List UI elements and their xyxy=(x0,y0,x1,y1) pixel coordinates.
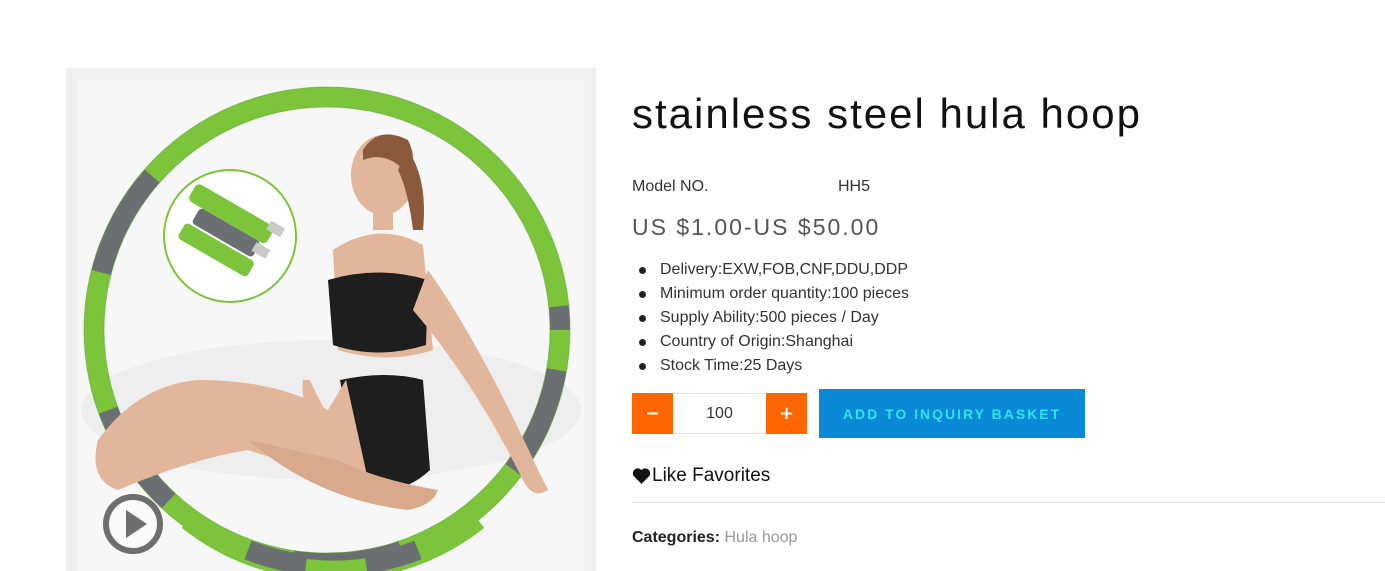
product-gallery xyxy=(66,68,596,571)
feature-item-supply-ability: Supply Ability:500 pieces / Day xyxy=(632,306,909,330)
quantity-input[interactable] xyxy=(673,393,766,434)
model-number-label: Model NO. xyxy=(632,178,709,195)
play-circle-icon xyxy=(103,494,163,554)
product-title: stainless steel hula hoop xyxy=(632,90,1142,137)
like-favorites-label: Like Favorites xyxy=(652,465,771,486)
category-link-hula-hoop[interactable]: Hula hoop xyxy=(724,529,797,546)
feature-item-origin: Country of Origin:Shanghai xyxy=(632,330,909,354)
product-page: stainless steel hula hoop Model NO. HH5 U… xyxy=(0,0,1385,571)
feature-item-min-order: Minimum order quantity:100 pieces xyxy=(632,282,909,306)
categories-label: Categories: xyxy=(632,529,721,546)
play-video-button[interactable] xyxy=(102,493,164,555)
like-favorites-link[interactable]: Like Favorites xyxy=(632,465,770,487)
price-range: US $1.00-US $50.00 xyxy=(632,214,881,240)
model-number-row: Model NO. HH5 xyxy=(632,178,870,196)
feature-list: Delivery:EXW,FOB,CNF,DDU,DDP Minimum ord… xyxy=(632,258,909,378)
heart-icon xyxy=(632,468,651,484)
feature-item-delivery: Delivery:EXW,FOB,CNF,DDU,DDP xyxy=(632,258,909,282)
quantity-stepper: − + xyxy=(632,393,807,434)
feature-item-stock-time: Stock Time:25 Days xyxy=(632,354,909,378)
quantity-decrease-button[interactable]: − xyxy=(632,393,673,434)
add-to-inquiry-basket-button[interactable]: ADD TO INQUIRY BASKET xyxy=(819,389,1085,438)
model-number-value: HH5 xyxy=(838,178,871,195)
section-divider xyxy=(632,502,1385,503)
quantity-increase-button[interactable]: + xyxy=(766,393,807,434)
product-photo[interactable] xyxy=(78,80,584,571)
categories-row: Categories: Hula hoop xyxy=(632,529,797,547)
